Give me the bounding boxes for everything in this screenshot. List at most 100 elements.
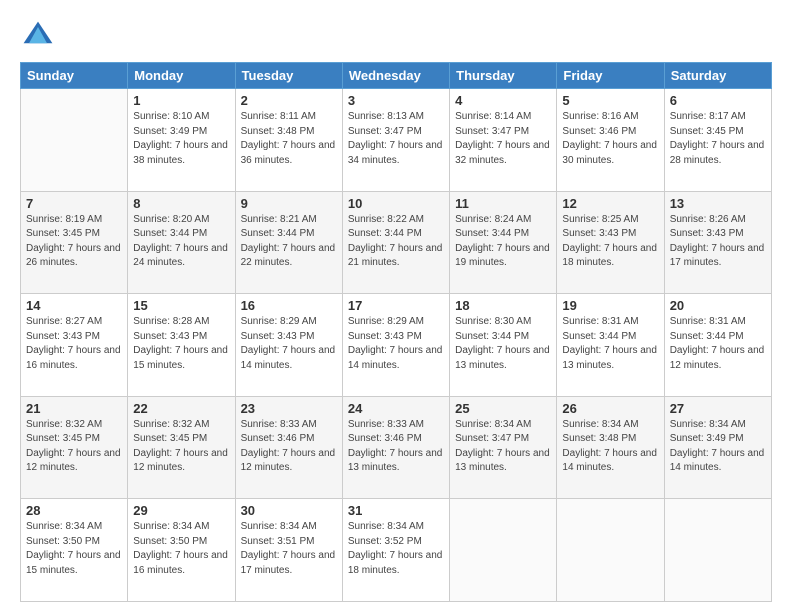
day-number: 13 xyxy=(670,196,766,211)
day-number: 3 xyxy=(348,93,444,108)
day-info: Sunrise: 8:21 AMSunset: 3:44 PMDaylight:… xyxy=(241,213,337,271)
day-info: Sunrise: 8:27 AMSunset: 3:43 PMDaylight:… xyxy=(26,315,122,373)
day-number: 25 xyxy=(455,401,551,416)
calendar-cell: 15 Sunrise: 8:28 AMSunset: 3:43 PMDayligh… xyxy=(128,294,235,397)
day-number: 24 xyxy=(348,401,444,416)
calendar-week-row: 1 Sunrise: 8:10 AMSunset: 3:49 PMDaylight… xyxy=(21,89,772,192)
day-number: 2 xyxy=(241,93,337,108)
day-number: 1 xyxy=(133,93,229,108)
day-info: Sunrise: 8:34 AMSunset: 3:51 PMDaylight:… xyxy=(241,520,337,578)
calendar-cell xyxy=(21,89,128,192)
weekday-header-saturday: Saturday xyxy=(664,63,771,89)
day-info: Sunrise: 8:34 AMSunset: 3:47 PMDaylight:… xyxy=(455,418,551,476)
calendar-cell: 23 Sunrise: 8:33 AMSunset: 3:46 PMDayligh… xyxy=(235,396,342,499)
day-info: Sunrise: 8:34 AMSunset: 3:50 PMDaylight:… xyxy=(26,520,122,578)
day-number: 20 xyxy=(670,298,766,313)
calendar-week-row: 28Sunrise: 8:34 AMSunset: 3:50 PMDayligh… xyxy=(21,499,772,602)
calendar-cell: 4Sunrise: 8:14 AMSunset: 3:47 PMDaylight… xyxy=(450,89,557,192)
calendar-cell: 11 Sunrise: 8:24 AMSunset: 3:44 PMDayligh… xyxy=(450,191,557,294)
day-info: Sunrise: 8:34 AMSunset: 3:52 PMDaylight:… xyxy=(348,520,444,578)
weekday-header-friday: Friday xyxy=(557,63,664,89)
day-number: 11 xyxy=(455,196,551,211)
calendar-cell: 9 Sunrise: 8:21 AMSunset: 3:44 PMDaylight… xyxy=(235,191,342,294)
day-number: 30 xyxy=(241,503,337,518)
calendar-cell: 30 Sunrise: 8:34 AMSunset: 3:51 PMDayligh… xyxy=(235,499,342,602)
calendar-cell: 22Sunrise: 8:32 AMSunset: 3:45 PMDayligh… xyxy=(128,396,235,499)
calendar-cell: 5 Sunrise: 8:16 AMSunset: 3:46 PMDaylight… xyxy=(557,89,664,192)
day-info: Sunrise: 8:31 AMSunset: 3:44 PMDaylight:… xyxy=(562,315,658,373)
calendar-cell: 13Sunrise: 8:26 AMSunset: 3:43 PMDayligh… xyxy=(664,191,771,294)
day-number: 31 xyxy=(348,503,444,518)
day-info: Sunrise: 8:10 AMSunset: 3:49 PMDaylight:… xyxy=(133,110,229,168)
day-info: Sunrise: 8:19 AMSunset: 3:45 PMDaylight:… xyxy=(26,213,122,271)
day-number: 8 xyxy=(133,196,229,211)
day-info: Sunrise: 8:33 AMSunset: 3:46 PMDaylight:… xyxy=(348,418,444,476)
page: SundayMondayTuesdayWednesdayThursdayFrid… xyxy=(0,0,792,612)
day-info: Sunrise: 8:29 AMSunset: 3:43 PMDaylight:… xyxy=(348,315,444,373)
calendar-cell: 12 Sunrise: 8:25 AMSunset: 3:43 PMDayligh… xyxy=(557,191,664,294)
day-info: Sunrise: 8:34 AMSunset: 3:48 PMDaylight:… xyxy=(562,418,658,476)
calendar-cell: 1 Sunrise: 8:10 AMSunset: 3:49 PMDaylight… xyxy=(128,89,235,192)
day-info: Sunrise: 8:31 AMSunset: 3:44 PMDaylight:… xyxy=(670,315,766,373)
calendar-cell: 24 Sunrise: 8:33 AMSunset: 3:46 PMDayligh… xyxy=(342,396,449,499)
day-number: 5 xyxy=(562,93,658,108)
day-info: Sunrise: 8:34 AMSunset: 3:49 PMDaylight:… xyxy=(670,418,766,476)
calendar-cell: 6 Sunrise: 8:17 AMSunset: 3:45 PMDaylight… xyxy=(664,89,771,192)
day-number: 16 xyxy=(241,298,337,313)
day-info: Sunrise: 8:17 AMSunset: 3:45 PMDaylight:… xyxy=(670,110,766,168)
day-number: 21 xyxy=(26,401,122,416)
calendar-week-row: 14 Sunrise: 8:27 AMSunset: 3:43 PMDayligh… xyxy=(21,294,772,397)
calendar-cell: 20 Sunrise: 8:31 AMSunset: 3:44 PMDayligh… xyxy=(664,294,771,397)
calendar-cell: 21 Sunrise: 8:32 AMSunset: 3:45 PMDayligh… xyxy=(21,396,128,499)
day-number: 10 xyxy=(348,196,444,211)
calendar-cell: 7 Sunrise: 8:19 AMSunset: 3:45 PMDaylight… xyxy=(21,191,128,294)
weekday-header-tuesday: Tuesday xyxy=(235,63,342,89)
calendar-cell: 29 Sunrise: 8:34 AMSunset: 3:50 PMDayligh… xyxy=(128,499,235,602)
day-info: Sunrise: 8:16 AMSunset: 3:46 PMDaylight:… xyxy=(562,110,658,168)
day-info: Sunrise: 8:28 AMSunset: 3:43 PMDaylight:… xyxy=(133,315,229,373)
day-info: Sunrise: 8:29 AMSunset: 3:43 PMDaylight:… xyxy=(241,315,337,373)
calendar-cell: 2 Sunrise: 8:11 AMSunset: 3:48 PMDaylight… xyxy=(235,89,342,192)
day-info: Sunrise: 8:30 AMSunset: 3:44 PMDaylight:… xyxy=(455,315,551,373)
day-info: Sunrise: 8:32 AMSunset: 3:45 PMDaylight:… xyxy=(26,418,122,476)
calendar-cell: 19 Sunrise: 8:31 AMSunset: 3:44 PMDayligh… xyxy=(557,294,664,397)
calendar-table: SundayMondayTuesdayWednesdayThursdayFrid… xyxy=(20,62,772,602)
day-number: 29 xyxy=(133,503,229,518)
day-number: 6 xyxy=(670,93,766,108)
calendar-cell: 25 Sunrise: 8:34 AMSunset: 3:47 PMDayligh… xyxy=(450,396,557,499)
calendar-cell: 26Sunrise: 8:34 AMSunset: 3:48 PMDayligh… xyxy=(557,396,664,499)
calendar-cell: 10 Sunrise: 8:22 AMSunset: 3:44 PMDayligh… xyxy=(342,191,449,294)
calendar-week-row: 7 Sunrise: 8:19 AMSunset: 3:45 PMDaylight… xyxy=(21,191,772,294)
calendar-cell: 16 Sunrise: 8:29 AMSunset: 3:43 PMDayligh… xyxy=(235,294,342,397)
calendar-week-row: 21 Sunrise: 8:32 AMSunset: 3:45 PMDayligh… xyxy=(21,396,772,499)
calendar-cell: 8 Sunrise: 8:20 AMSunset: 3:44 PMDaylight… xyxy=(128,191,235,294)
calendar-cell: 3Sunrise: 8:13 AMSunset: 3:47 PMDaylight… xyxy=(342,89,449,192)
day-info: Sunrise: 8:11 AMSunset: 3:48 PMDaylight:… xyxy=(241,110,337,168)
weekday-header-row: SundayMondayTuesdayWednesdayThursdayFrid… xyxy=(21,63,772,89)
day-number: 4 xyxy=(455,93,551,108)
day-info: Sunrise: 8:20 AMSunset: 3:44 PMDaylight:… xyxy=(133,213,229,271)
weekday-header-sunday: Sunday xyxy=(21,63,128,89)
day-info: Sunrise: 8:24 AMSunset: 3:44 PMDaylight:… xyxy=(455,213,551,271)
calendar-cell xyxy=(557,499,664,602)
day-number: 9 xyxy=(241,196,337,211)
day-number: 23 xyxy=(241,401,337,416)
calendar-cell: 27Sunrise: 8:34 AMSunset: 3:49 PMDayligh… xyxy=(664,396,771,499)
day-number: 7 xyxy=(26,196,122,211)
day-number: 15 xyxy=(133,298,229,313)
weekday-header-thursday: Thursday xyxy=(450,63,557,89)
day-number: 18 xyxy=(455,298,551,313)
day-info: Sunrise: 8:33 AMSunset: 3:46 PMDaylight:… xyxy=(241,418,337,476)
calendar-cell: 18 Sunrise: 8:30 AMSunset: 3:44 PMDayligh… xyxy=(450,294,557,397)
day-info: Sunrise: 8:34 AMSunset: 3:50 PMDaylight:… xyxy=(133,520,229,578)
logo xyxy=(20,18,62,54)
day-info: Sunrise: 8:32 AMSunset: 3:45 PMDaylight:… xyxy=(133,418,229,476)
calendar-cell: 31 Sunrise: 8:34 AMSunset: 3:52 PMDayligh… xyxy=(342,499,449,602)
day-info: Sunrise: 8:22 AMSunset: 3:44 PMDaylight:… xyxy=(348,213,444,271)
day-info: Sunrise: 8:25 AMSunset: 3:43 PMDaylight:… xyxy=(562,213,658,271)
day-number: 19 xyxy=(562,298,658,313)
day-number: 14 xyxy=(26,298,122,313)
day-number: 12 xyxy=(562,196,658,211)
calendar-cell xyxy=(450,499,557,602)
calendar-cell: 17Sunrise: 8:29 AMSunset: 3:43 PMDayligh… xyxy=(342,294,449,397)
